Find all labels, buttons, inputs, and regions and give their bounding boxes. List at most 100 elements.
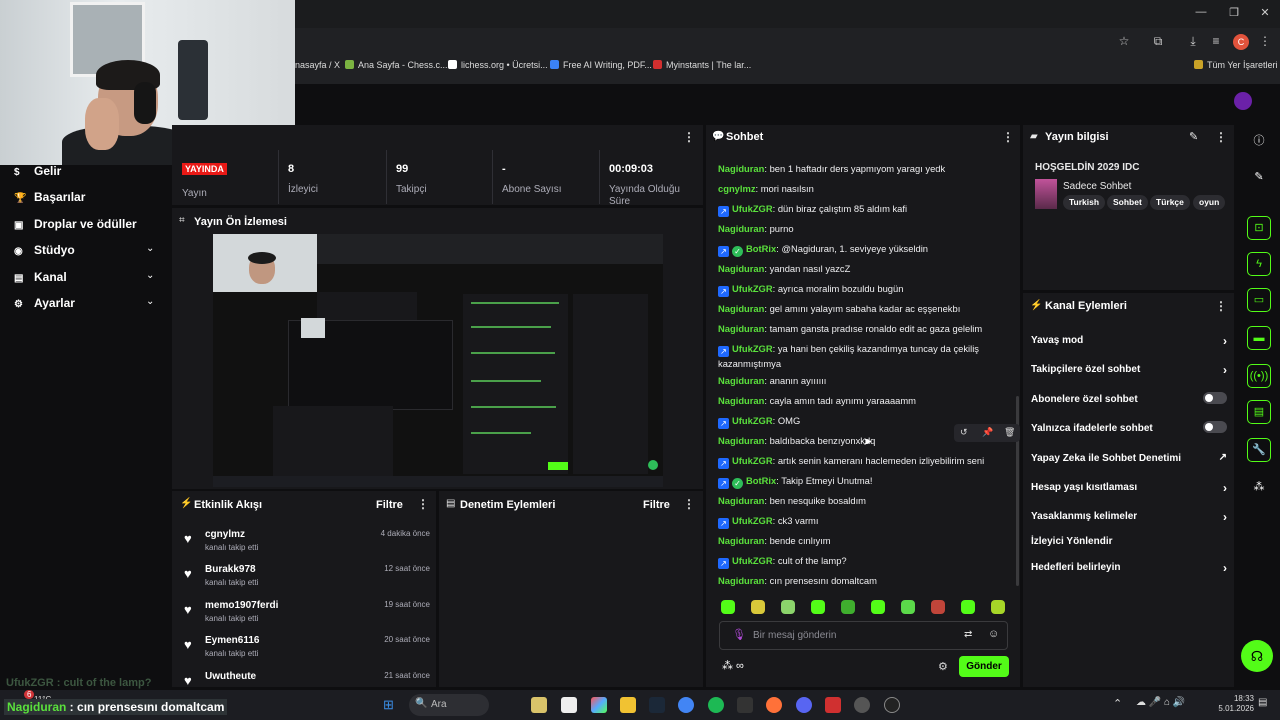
chat-username[interactable]: Nagiduran — [718, 375, 764, 386]
stream-info-menu-icon[interactable]: ⋮ — [1215, 130, 1227, 144]
chat-username[interactable]: Nagiduran — [718, 263, 764, 274]
chat-username[interactable]: Nagiduran — [718, 495, 764, 506]
sidebar-item-revenue[interactable]: $ Gelir — [14, 164, 61, 178]
raid-row[interactable]: İzleyici Yönlendir — [1031, 536, 1227, 547]
all-bookmarks[interactable]: Tüm Yer İşaretleri — [1194, 60, 1278, 70]
emote-only-toggle[interactable] — [1203, 421, 1227, 433]
chat-username[interactable]: cgnylmz — [718, 183, 756, 194]
spotify-icon[interactable] — [708, 697, 724, 713]
chat-message[interactable]: ↗ UfukZGR: cult of the lamp? — [718, 554, 1003, 569]
chat-username[interactable]: UfukZGR — [732, 515, 773, 526]
emote-button[interactable] — [841, 600, 855, 614]
microphone-icon[interactable]: 🎙 — [732, 628, 746, 641]
category-thumbnail[interactable] — [1035, 179, 1057, 209]
copilot-icon[interactable] — [591, 697, 607, 713]
edit-pencil-icon[interactable]: ✎ — [1247, 166, 1271, 190]
chevron-down-icon[interactable]: ⌄ — [146, 296, 154, 307]
stats-menu-icon[interactable]: ⋮ — [683, 130, 695, 144]
bookmark-item[interactable]: Myinstants | The lar... — [653, 60, 751, 70]
goals-row[interactable]: Hedefleri belirleyin › — [1031, 561, 1227, 575]
chat-message[interactable]: Nagiduran: tamam gansta pradıse ronaldo … — [718, 322, 1003, 335]
chat-username[interactable]: BotRix — [746, 475, 776, 486]
kebab-menu-icon[interactable]: ⋮ — [1257, 34, 1273, 50]
account-age-row[interactable]: Hesap yaşı kısıtlaması › — [1031, 481, 1227, 495]
chat-username[interactable]: Nagiduran — [718, 163, 764, 174]
chevron-down-icon[interactable]: ⌄ — [146, 270, 154, 281]
obs-icon[interactable] — [884, 697, 900, 713]
firefox-icon[interactable] — [766, 697, 782, 713]
app-icon[interactable] — [825, 697, 841, 713]
window-icon[interactable] — [561, 697, 577, 713]
chat-username[interactable]: BotRix — [746, 243, 776, 254]
emote-button[interactable] — [961, 600, 975, 614]
minimize-icon[interactable]: — — [1193, 6, 1209, 22]
document-icon[interactable]: ▭ — [1247, 288, 1271, 312]
tag-chip[interactable]: oyun — [1193, 195, 1226, 210]
chat-username[interactable]: Nagiduran — [718, 575, 764, 586]
chat-menu-icon[interactable]: ⋮ — [1002, 130, 1014, 144]
activity-filter-button[interactable]: Filtre — [376, 499, 403, 511]
chat-message[interactable]: Nagiduran: purno — [718, 222, 1003, 235]
category-name[interactable]: Sadece Sohbet — [1063, 181, 1131, 192]
chevron-up-icon[interactable]: ⌃ — [1113, 697, 1122, 710]
chat-input[interactable]: 🎙 Bir mesaj gönderin ⇄ ☺ — [719, 621, 1008, 650]
close-window-icon[interactable]: ✕ — [1257, 6, 1273, 22]
notification-icon[interactable]: ▤ — [1258, 697, 1267, 708]
slow-mode-row[interactable]: Yavaş mod › — [1031, 334, 1227, 348]
activity-menu-icon[interactable]: ⋮ — [417, 497, 429, 511]
chevron-down-icon[interactable]: ⌄ — [146, 243, 154, 254]
subscribers-only-toggle[interactable] — [1203, 392, 1227, 404]
chat-username[interactable]: UfukZGR — [732, 455, 773, 466]
chat-bubble-icon[interactable]: ▬ — [1247, 326, 1271, 350]
lightning-icon[interactable]: ϟ — [1247, 252, 1271, 276]
chat-message[interactable]: Nagiduran: yandan nasıl yazcZ — [718, 262, 1003, 275]
chat-message[interactable]: ↗ UfukZGR: ayrıca moralim bozuldu bugün — [718, 282, 1003, 297]
extensions-icon[interactable]: ⧉ — [1150, 34, 1166, 50]
emote-button[interactable] — [751, 600, 765, 614]
tag-chip[interactable]: Turkish — [1063, 195, 1106, 210]
emote-button[interactable] — [991, 600, 1005, 614]
chat-username[interactable]: UfukZGR — [732, 343, 773, 354]
chat-message[interactable]: Nagiduran: gel amını yalayım sabaha kada… — [718, 302, 1003, 315]
chat-username[interactable]: UfukZGR — [732, 415, 773, 426]
support-headset-icon[interactable]: ☊ — [1241, 640, 1273, 672]
pin-icon[interactable]: 📌 — [982, 427, 993, 438]
profile-avatar[interactable]: C — [1233, 34, 1249, 50]
discord-icon[interactable] — [796, 697, 812, 713]
emote-button[interactable] — [901, 600, 915, 614]
sidebar-item-achievements[interactable]: 🏆 Başarılar — [14, 190, 85, 204]
taskbar-search[interactable]: 🔍 Ara — [409, 694, 489, 716]
trash-icon[interactable]: 🗑 — [1004, 427, 1015, 438]
banned-words-row[interactable]: Yasaklanmış kelimeler › — [1031, 510, 1227, 524]
steam-icon[interactable] — [649, 697, 665, 713]
tray-icons[interactable]: ☁ 🎤 ⌂ 🔊 — [1136, 697, 1185, 708]
emote-button[interactable] — [931, 600, 945, 614]
folder-icon[interactable] — [620, 697, 636, 713]
chat-message[interactable]: Nagiduran: cın prensesını domaltcam — [718, 574, 1003, 586]
chat-message[interactable]: Nagiduran: ananın ayıııııı — [718, 374, 1003, 387]
bookmark-item[interactable]: lichess.org • Ücretsi... — [448, 60, 548, 70]
chat-message[interactable]: ↗ UfukZGR: artık senin kameranı haclemede… — [718, 454, 1003, 469]
chat-message[interactable]: ↗ UfukZGR: ya hani ben çekiliş kazandımya… — [718, 342, 1003, 370]
broadcast-icon[interactable]: ((•)) — [1247, 364, 1271, 388]
chat-username[interactable]: Nagiduran — [718, 303, 764, 314]
chat-message[interactable]: Nagiduran: cayla amın tadı aynımı yaraaa… — [718, 394, 1003, 407]
capture-icon[interactable]: ⊡ — [1247, 216, 1271, 240]
chat-username[interactable]: Nagiduran — [718, 395, 764, 406]
bookmark-item[interactable]: nasayfa / X — [295, 60, 340, 70]
emote-button[interactable] — [871, 600, 885, 614]
download-icon[interactable]: ⤓ — [1185, 34, 1201, 50]
chat-message[interactable]: ↗ UfukZGR: ck3 varmı — [718, 514, 1003, 529]
followers-only-row[interactable]: Takipçilere özel sohbet › — [1031, 363, 1227, 377]
emote-button[interactable] — [781, 600, 795, 614]
points-icon[interactable]: ⁂ ∞ — [722, 659, 744, 672]
chat-message[interactable]: ↗ UfukZGR: dün biraz çalıştım 85 aldım ka… — [718, 202, 1003, 217]
chat-settings-icon[interactable]: ⚙ — [938, 660, 948, 673]
chat-message[interactable]: Nagiduran: bende cınlıyım — [718, 534, 1003, 547]
tag-chip[interactable]: Türkçe — [1150, 195, 1190, 210]
stream-preview[interactable] — [213, 234, 663, 487]
tag-chip[interactable]: Sohbet — [1107, 195, 1148, 210]
sidebar-item-studio[interactable]: ◉ Stüdyo — [14, 243, 75, 257]
chrome-icon[interactable] — [678, 697, 694, 713]
start-icon[interactable]: ⊞ — [383, 697, 394, 713]
